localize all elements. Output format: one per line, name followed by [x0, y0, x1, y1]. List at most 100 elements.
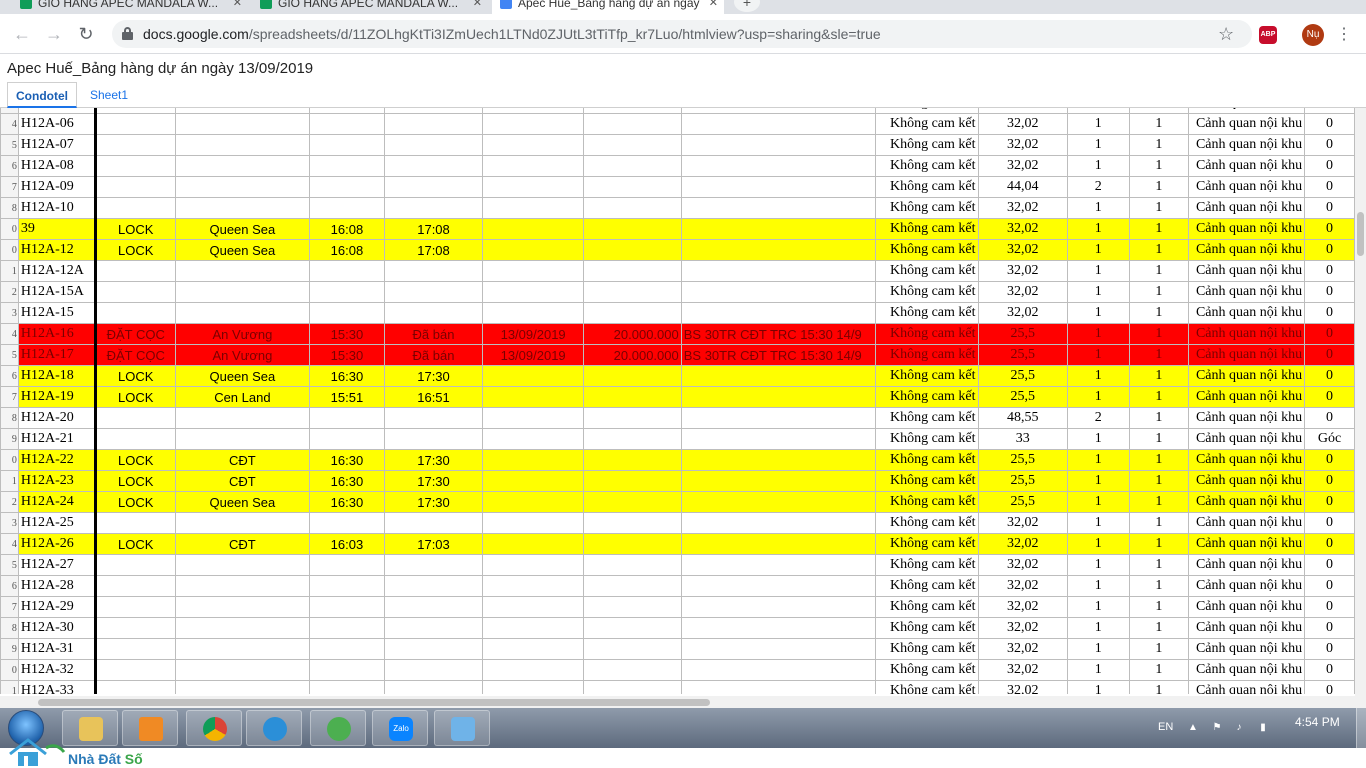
lock-start-time-cell[interactable] [309, 113, 385, 135]
extra-cell[interactable]: 0 [1304, 197, 1355, 219]
lock-end-time-cell[interactable] [383, 554, 484, 576]
bedrooms-cell[interactable]: 1 [1067, 386, 1130, 408]
status-cell[interactable] [94, 197, 176, 219]
lock-start-time-cell[interactable] [309, 554, 385, 576]
lock-end-time-cell[interactable] [383, 176, 484, 198]
status-cell[interactable] [94, 554, 176, 576]
bathrooms-cell[interactable]: 1 [1128, 680, 1190, 694]
status-cell[interactable] [94, 302, 176, 324]
lock-start-time-cell[interactable] [309, 659, 385, 681]
lock-icon[interactable] [122, 27, 133, 40]
extra-cell[interactable]: 0 [1304, 218, 1355, 240]
deposit-amount-cell[interactable] [583, 386, 682, 408]
bedrooms-cell[interactable]: 1 [1067, 239, 1130, 261]
area-cell[interactable]: 32,02 [977, 512, 1069, 534]
bathrooms-cell[interactable]: 1 [1128, 197, 1190, 219]
lock-end-time-cell[interactable]: 17:30 [383, 449, 484, 471]
deposit-date-cell[interactable]: 13/09/2019 [482, 344, 584, 366]
commitment-cell[interactable]: Không cam kết [874, 260, 979, 282]
deposit-amount-cell[interactable] [583, 197, 682, 219]
extra-cell[interactable]: 0 [1304, 533, 1355, 555]
note-cell[interactable] [680, 617, 876, 639]
status-cell[interactable]: ĐẶT CỌC [94, 323, 176, 345]
lock-start-time-cell[interactable] [309, 617, 385, 639]
area-cell[interactable]: 32,02 [977, 617, 1069, 639]
unit-code-cell[interactable]: 39 [17, 218, 97, 240]
lock-end-time-cell[interactable]: 17:30 [383, 365, 484, 387]
coc-coc-icon[interactable] [310, 710, 366, 746]
unit-code-cell[interactable]: H12A-15A [17, 281, 97, 303]
extra-cell[interactable]: 0 [1304, 176, 1355, 198]
bedrooms-cell[interactable]: 1 [1067, 680, 1130, 694]
row-number-cell[interactable]: 9 [0, 638, 19, 660]
area-cell[interactable]: 44,04 [977, 176, 1069, 198]
row-number-cell[interactable]: 1 [0, 470, 19, 492]
lock-start-time-cell[interactable] [309, 428, 385, 450]
unit-code-cell[interactable]: H12A-26 [17, 533, 97, 555]
status-cell[interactable] [94, 134, 176, 156]
commitment-cell[interactable]: Không cam kết [874, 449, 979, 471]
unit-code-cell[interactable]: H12A-28 [17, 575, 97, 597]
agent-cell[interactable] [174, 428, 311, 450]
agent-cell[interactable]: CĐT [174, 470, 311, 492]
unit-code-cell[interactable]: H12A-18 [17, 365, 97, 387]
view-cell[interactable]: Cảnh quan nội khu [1188, 617, 1306, 639]
agent-cell[interactable] [174, 575, 311, 597]
commitment-cell[interactable]: Không cam kết [874, 617, 979, 639]
unit-code-cell[interactable]: H12A-19 [17, 386, 97, 408]
deposit-date-cell[interactable] [482, 302, 584, 324]
bathrooms-cell[interactable]: 1 [1128, 302, 1190, 324]
view-cell[interactable]: Cảnh quan nội khu [1188, 449, 1306, 471]
commitment-cell[interactable]: Không cam kết [874, 176, 979, 198]
bathrooms-cell[interactable]: 1 [1128, 155, 1190, 177]
bedrooms-cell[interactable]: 1 [1067, 617, 1130, 639]
extra-cell[interactable]: 0 [1304, 365, 1355, 387]
status-cell[interactable]: LOCK [94, 365, 176, 387]
commitment-cell[interactable]: Không cam kết [874, 491, 979, 513]
status-cell[interactable] [94, 407, 176, 429]
lock-end-time-cell[interactable] [383, 512, 484, 534]
deposit-amount-cell[interactable]: 20.000.000 [583, 344, 682, 366]
row-number-cell[interactable]: 7 [0, 386, 19, 408]
deposit-date-cell[interactable] [482, 155, 584, 177]
view-cell[interactable]: Cảnh quan nội khu [1188, 344, 1306, 366]
status-cell[interactable] [94, 281, 176, 303]
extra-cell[interactable]: 0 [1304, 239, 1355, 261]
row-number-cell[interactable]: 7 [0, 176, 19, 198]
agent-cell[interactable] [174, 617, 311, 639]
deposit-amount-cell[interactable] [583, 470, 682, 492]
area-cell[interactable]: 25,5 [977, 365, 1069, 387]
vertical-scrollbar[interactable] [1355, 108, 1366, 708]
row-number-cell[interactable]: 5 [0, 344, 19, 366]
deposit-date-cell[interactable] [482, 659, 584, 681]
bedrooms-cell[interactable]: 1 [1067, 197, 1130, 219]
row-number-cell[interactable]: 8 [0, 407, 19, 429]
reload-icon[interactable]: ↻ [74, 22, 98, 46]
area-cell[interactable]: 32,02 [977, 281, 1069, 303]
bedrooms-cell[interactable]: 1 [1067, 533, 1130, 555]
agent-cell[interactable] [174, 176, 311, 198]
deposit-amount-cell[interactable] [583, 638, 682, 660]
row-number-cell[interactable]: 2 [0, 491, 19, 513]
bedrooms-cell[interactable]: 1 [1067, 428, 1130, 450]
lock-end-time-cell[interactable]: 17:08 [383, 218, 484, 240]
back-arrow-icon[interactable]: ← [10, 22, 34, 46]
bedrooms-cell[interactable]: 1 [1067, 218, 1130, 240]
bedrooms-cell[interactable]: 1 [1067, 596, 1130, 618]
close-tab-icon[interactable]: ✕ [233, 0, 242, 9]
area-cell[interactable]: 32,02 [977, 596, 1069, 618]
agent-cell[interactable]: An Vương [174, 344, 311, 366]
view-cell[interactable]: Cảnh quan nội khu [1188, 155, 1306, 177]
media-player-icon[interactable] [122, 710, 178, 746]
lock-end-time-cell[interactable] [383, 281, 484, 303]
status-cell[interactable]: LOCK [94, 218, 176, 240]
lock-start-time-cell[interactable]: 16:30 [309, 365, 385, 387]
row-number-cell[interactable]: 1 [0, 680, 19, 694]
area-cell[interactable]: 25,5 [977, 491, 1069, 513]
deposit-date-cell[interactable] [482, 533, 584, 555]
status-cell[interactable] [94, 155, 176, 177]
bathrooms-cell[interactable]: 1 [1128, 386, 1190, 408]
area-cell[interactable]: 32,02 [977, 575, 1069, 597]
unit-code-cell[interactable]: H12A-16 [17, 323, 97, 345]
row-number-cell[interactable]: 1 [0, 260, 19, 282]
